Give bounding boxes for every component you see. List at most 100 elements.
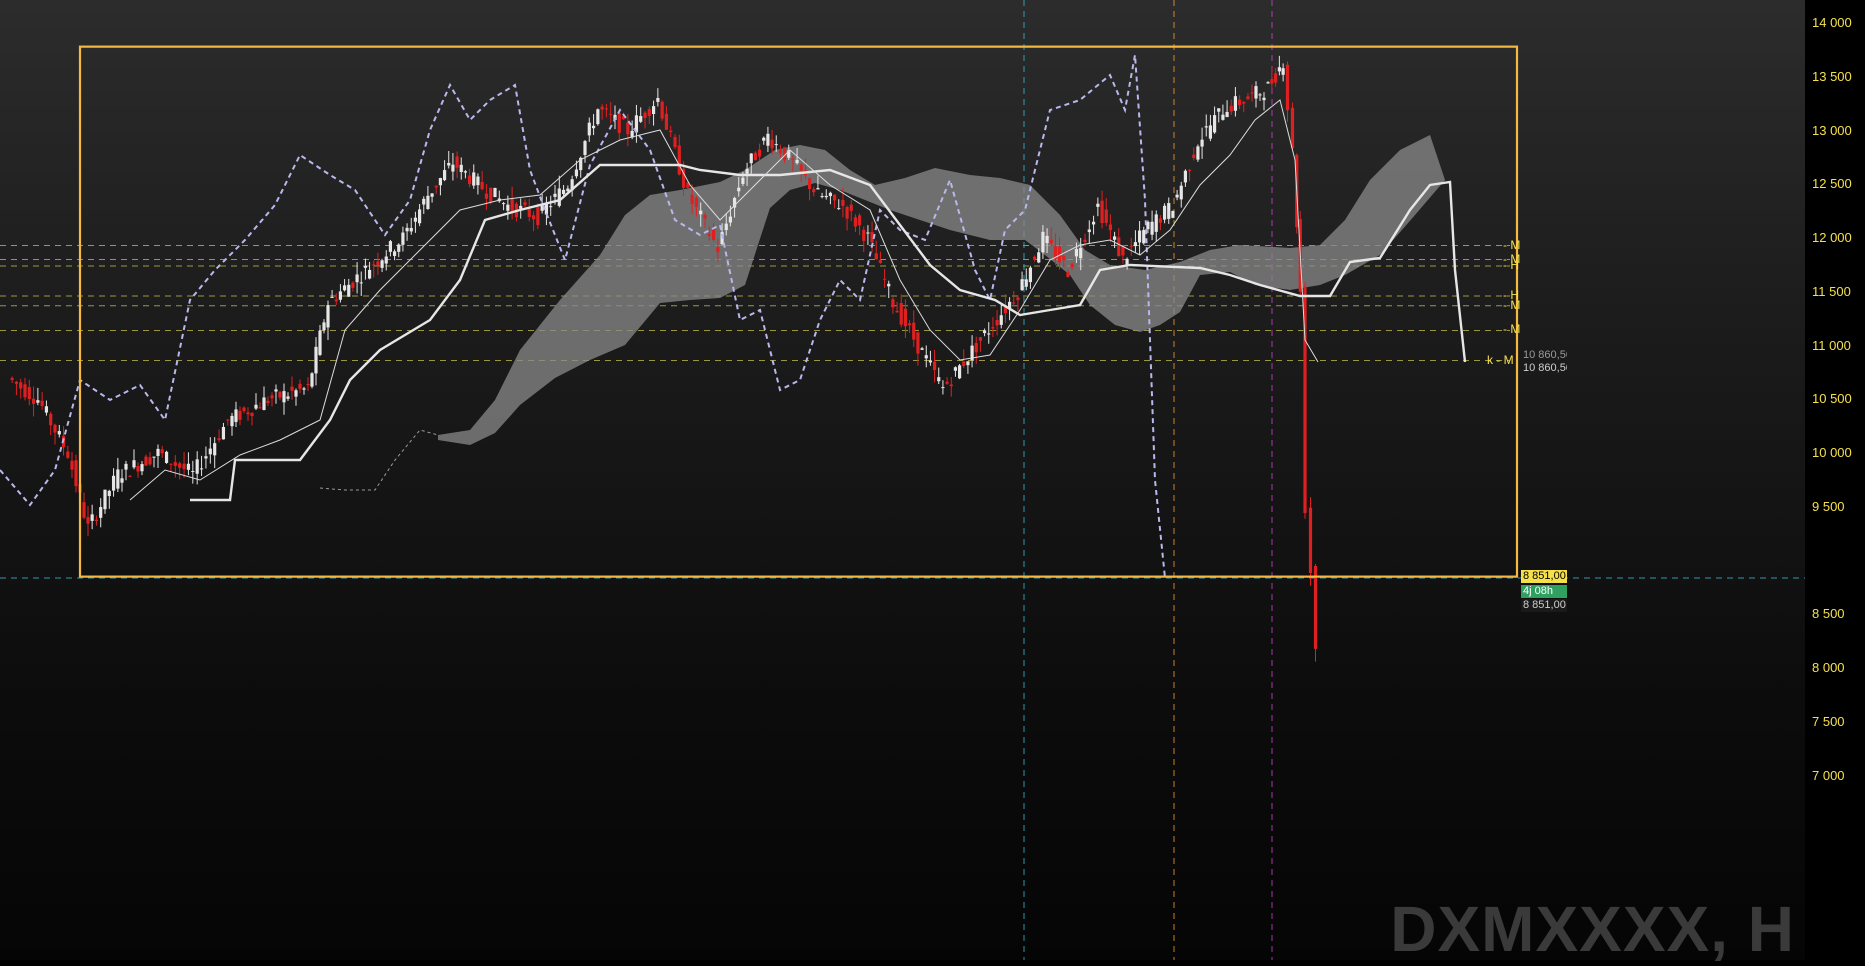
candle-body [766, 133, 770, 146]
candle-body [587, 122, 591, 136]
price-tag: 4j 08h [1521, 584, 1567, 598]
candle-body [388, 241, 393, 252]
candle-body [380, 260, 384, 268]
candle-body [1037, 252, 1041, 263]
candle-body [338, 291, 343, 300]
candle-body [791, 158, 795, 160]
candle-body [489, 187, 493, 202]
candle-body [314, 346, 318, 374]
candle-body [991, 327, 995, 329]
candle-body [217, 438, 221, 441]
candle-body [238, 410, 242, 420]
candle-body [1187, 169, 1192, 171]
candle-body [173, 462, 177, 466]
candle-body [376, 261, 380, 266]
price-tag: 10 860,50 [1521, 349, 1567, 363]
candle-body [1204, 126, 1208, 128]
candle-body [178, 463, 182, 468]
candle-body [124, 463, 128, 470]
candle-body [278, 391, 282, 398]
candle-body [626, 122, 630, 135]
candle-body [103, 489, 107, 510]
candle-body [1024, 279, 1028, 287]
candle-body [447, 162, 451, 166]
price-tag: 8 851,00 [1521, 570, 1567, 584]
price-tick-label: 13 000 [1812, 122, 1852, 138]
candle-body [1045, 235, 1049, 244]
candle-body [1246, 96, 1250, 100]
candle-body [656, 97, 660, 102]
candle-body [1313, 565, 1318, 649]
kijun-sen [190, 163, 1467, 502]
candle-body [974, 342, 978, 353]
candle-body [857, 215, 862, 226]
candle-body [322, 322, 326, 331]
candle-body [384, 256, 388, 264]
candle-body [182, 463, 186, 470]
candle-body [1200, 139, 1204, 147]
candle-body [262, 397, 266, 410]
candle-body [426, 195, 430, 209]
candle-body [467, 175, 472, 185]
candle-body [882, 278, 887, 280]
candle-body [664, 113, 669, 130]
candle-body [282, 391, 286, 403]
candle-body [90, 514, 94, 521]
candle-body [290, 386, 294, 391]
candle-body [828, 192, 833, 197]
candle-body [1142, 230, 1146, 244]
ichimoku-candlestick-chart[interactable] [0, 0, 1865, 960]
candle-body [164, 451, 169, 463]
candle-body [962, 361, 966, 367]
candle-body [561, 189, 566, 194]
candle-body [434, 185, 438, 188]
candle-body [1250, 92, 1254, 94]
candle-body [40, 400, 44, 407]
candle-body [523, 202, 527, 206]
chart-stage: 14 000 13 500 13 000 12 500 12 000 11 500 11 0… [0, 0, 1865, 965]
candle-body [907, 323, 912, 326]
candle-body [903, 308, 908, 327]
candle-body [298, 383, 302, 389]
candle-body [753, 152, 758, 161]
candle-body [1242, 102, 1246, 104]
candle-body [1070, 263, 1074, 268]
candle-body [799, 164, 803, 171]
candle-body [53, 424, 57, 433]
candle-body [1083, 239, 1087, 242]
candle-body [527, 208, 531, 217]
candle-body [397, 244, 401, 252]
candle-body [156, 448, 160, 456]
candle-body [258, 407, 262, 409]
candle-body [1112, 236, 1117, 240]
candle-body [591, 125, 596, 129]
candle-body [438, 178, 443, 186]
candle-body [359, 282, 363, 284]
candle-body [600, 106, 604, 110]
candle-body [643, 112, 647, 118]
candle-body [824, 195, 828, 198]
candle-body [409, 227, 413, 232]
candle-body [999, 315, 1003, 325]
candle-body [778, 149, 783, 154]
candle-body [1016, 297, 1020, 301]
price-tag: 10 860,50 [1521, 362, 1567, 376]
candle-body [937, 377, 941, 382]
candle-body [160, 449, 164, 454]
candle-body [1175, 194, 1179, 198]
candle-body [878, 260, 883, 263]
candle-body [677, 145, 681, 175]
candle-body [326, 305, 330, 328]
candle-body [816, 188, 820, 190]
candle-body [334, 299, 338, 302]
candle-body [574, 169, 579, 177]
candle-body [472, 172, 476, 186]
candle-body [1308, 507, 1313, 573]
price-tick-label: 8 500 [1812, 606, 1845, 622]
price-tick-label: 12 500 [1812, 176, 1852, 192]
candle-body [982, 330, 987, 334]
candle-body [128, 475, 132, 477]
candle-body [1020, 279, 1024, 291]
candle-body [916, 332, 920, 354]
candle-body [1108, 224, 1113, 231]
